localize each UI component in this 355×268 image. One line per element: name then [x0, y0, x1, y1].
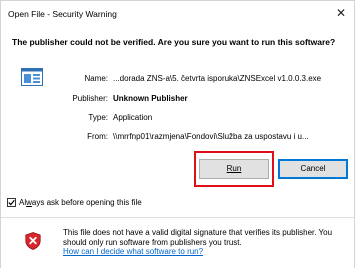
security-warning-dialog: Open File - Security Warning ✕ The publi… [0, 0, 355, 268]
always-ask-option[interactable]: Always ask before opening this file [7, 196, 142, 208]
warning-message: This file does not have a valid digital … [63, 228, 333, 247]
run-button-label: Run [226, 164, 242, 173]
type-value: Application [113, 113, 153, 122]
publisher-value: Unknown Publisher [113, 94, 188, 103]
help-link[interactable]: How can I decide what software to run? [63, 247, 203, 256]
title-bar[interactable]: Open File - Security Warning ✕ [1, 1, 354, 27]
warning-footer: This file does not have a valid digital … [1, 218, 354, 268]
always-ask-checkbox[interactable] [7, 197, 16, 207]
close-button[interactable]: ✕ [332, 4, 350, 22]
always-ask-label-suffix: ays ask before opening this file [31, 197, 142, 207]
security-shield-warning-icon [25, 232, 41, 250]
publisher-label: Publisher: [72, 94, 108, 103]
close-icon: ✕ [335, 6, 347, 20]
name-value: ...dorada ZNS-a\5. četvrta isporuka\ZNSE… [113, 74, 322, 83]
publisher-question: The publisher could not be verified. Are… [12, 37, 336, 47]
warning-message-block: This file does not have a valid digital … [63, 228, 348, 257]
checkmark-icon [8, 199, 15, 205]
run-button[interactable]: Run [199, 159, 269, 179]
window-title: Open File - Security Warning [8, 9, 117, 19]
type-label: Type: [88, 113, 108, 122]
from-label: From: [87, 132, 108, 141]
name-label: Name: [84, 74, 108, 83]
cancel-button-label: Cancel [300, 164, 326, 173]
cancel-button[interactable]: Cancel [278, 159, 348, 179]
from-value: \\mrrfnp01\razmjena\Fondovi\Služba za us… [113, 132, 309, 141]
always-ask-label: Always ask before opening this file [19, 198, 142, 207]
